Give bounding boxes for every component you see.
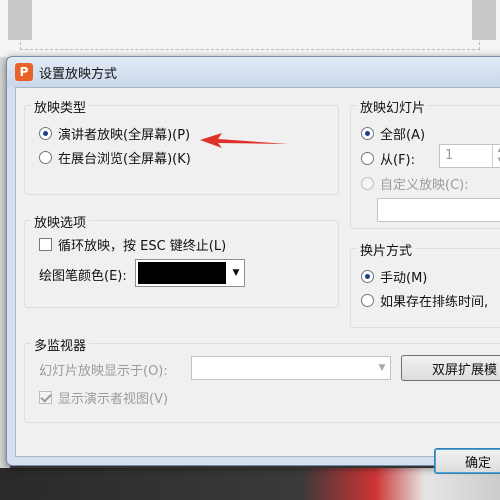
- radio-custom-label: 自定义放映(C):: [380, 178, 469, 193]
- radio-presenter[interactable]: 演讲者放映(全屏幕)(P): [39, 124, 190, 143]
- background-bottom: [0, 468, 500, 500]
- display-on-label-text: 幻灯片放映显示于(O):: [39, 364, 168, 379]
- show-type-legend: 放映类型: [31, 97, 90, 116]
- multi-monitor-legend: 多监视器: [31, 335, 90, 354]
- show-type-group: 放映类型 演讲者放映(全屏幕)(P) 在展台浏览(全屏幕)(K): [24, 97, 339, 195]
- slide-placeholder-border: [20, 4, 480, 50]
- slides-group: 放映幻灯片 全部(A) 从(F): 1 ▲ ▼ 自定义放映(C):: [350, 97, 500, 229]
- radio-kiosk-label: 在展台浏览(全屏幕)(K): [58, 152, 191, 167]
- presenter-view-label: 显示演示者视图(V): [58, 392, 169, 407]
- radio-manual[interactable]: 手动(M): [361, 267, 427, 286]
- dual-screen-button[interactable]: 双屏扩展模: [401, 355, 500, 381]
- dialog-titlebar[interactable]: P 设置放映方式: [7, 57, 500, 87]
- radio-use-timings[interactable]: 如果存在排练时间,: [361, 291, 488, 310]
- radio-presenter-label: 演讲者放映(全屏幕)(P): [58, 128, 191, 143]
- radio-presenter-button[interactable]: [39, 127, 52, 140]
- show-options-legend: 放映选项: [31, 212, 90, 231]
- radio-from-label: 从(F):: [380, 153, 416, 168]
- pen-color-dropdown[interactable]: ▼: [135, 259, 245, 287]
- slide-background: [0, 0, 500, 58]
- radio-from-slide[interactable]: 从(F):: [361, 149, 415, 168]
- display-on-select[interactable]: ▼: [191, 356, 391, 380]
- advance-legend: 换片方式: [357, 240, 416, 259]
- ok-button[interactable]: 确定: [434, 448, 500, 474]
- radio-custom-show[interactable]: 自定义放映(C):: [361, 174, 469, 193]
- annotation-arrow: [200, 133, 288, 148]
- pen-color-label-text: 绘图笔颜色(E):: [39, 269, 127, 284]
- background-decoration: [472, 0, 496, 40]
- radio-kiosk[interactable]: 在展台浏览(全屏幕)(K): [39, 148, 191, 167]
- chevron-down-icon[interactable]: ▼: [374, 357, 390, 379]
- radio-all-slides[interactable]: 全部(A): [361, 124, 425, 143]
- spin-up-icon[interactable]: ▲: [492, 145, 500, 156]
- dialog-title: 设置放映方式: [39, 66, 118, 82]
- radio-manual-button[interactable]: [361, 270, 374, 283]
- radio-timings-label: 如果存在排练时间,: [380, 295, 489, 310]
- display-on-label: 幻灯片放映显示于(O):: [39, 360, 168, 379]
- loop-checkbox-label: 循环放映，按 ESC 键终止(L): [58, 239, 227, 254]
- multi-monitor-group: 多监视器 幻灯片放映显示于(O): ▼ 双屏扩展模 显示演示者视图(V): [24, 335, 500, 423]
- pen-color-label: 绘图笔颜色(E):: [39, 265, 127, 284]
- annotation-arrow-shape: [200, 133, 288, 148]
- radio-custom-button[interactable]: [361, 177, 374, 190]
- radio-timings-button[interactable]: [361, 294, 374, 307]
- custom-show-select[interactable]: [377, 198, 500, 222]
- radio-all-label: 全部(A): [380, 128, 426, 143]
- advance-group: 换片方式 手动(M) 如果存在排练时间,: [350, 240, 500, 328]
- dual-screen-button-label: 双屏扩展模: [432, 362, 498, 378]
- loop-checkbox[interactable]: 循环放映，按 ESC 键终止(L): [39, 235, 226, 254]
- loop-checkbox-box[interactable]: [39, 238, 52, 251]
- radio-all-button[interactable]: [361, 127, 374, 140]
- app-icon: P: [15, 63, 33, 81]
- presenter-view-checkbox[interactable]: 显示演示者视图(V): [39, 388, 168, 407]
- presenter-view-checkbox-box[interactable]: [39, 391, 52, 404]
- slides-legend: 放映幻灯片: [357, 97, 429, 116]
- ok-button-label: 确定: [465, 455, 492, 471]
- radio-manual-label: 手动(M): [380, 271, 428, 286]
- show-options-group: 放映选项 循环放映，按 ESC 键终止(L) 绘图笔颜色(E): ▼: [24, 212, 339, 308]
- show-settings-dialog: P 设置放映方式 放映类型 演讲者放映(全屏幕)(P) 在展台浏览(全屏幕)(K…: [6, 56, 500, 474]
- chevron-down-icon[interactable]: ▼: [228, 260, 244, 286]
- radio-kiosk-button[interactable]: [39, 151, 52, 164]
- from-slide-value: 1: [445, 148, 454, 163]
- background-decoration: [8, 0, 32, 40]
- radio-from-button[interactable]: [361, 152, 374, 165]
- pen-color-swatch: [138, 262, 226, 284]
- from-slide-spinner[interactable]: 1 ▲ ▼: [439, 144, 500, 168]
- spin-down-icon[interactable]: ▼: [492, 156, 500, 167]
